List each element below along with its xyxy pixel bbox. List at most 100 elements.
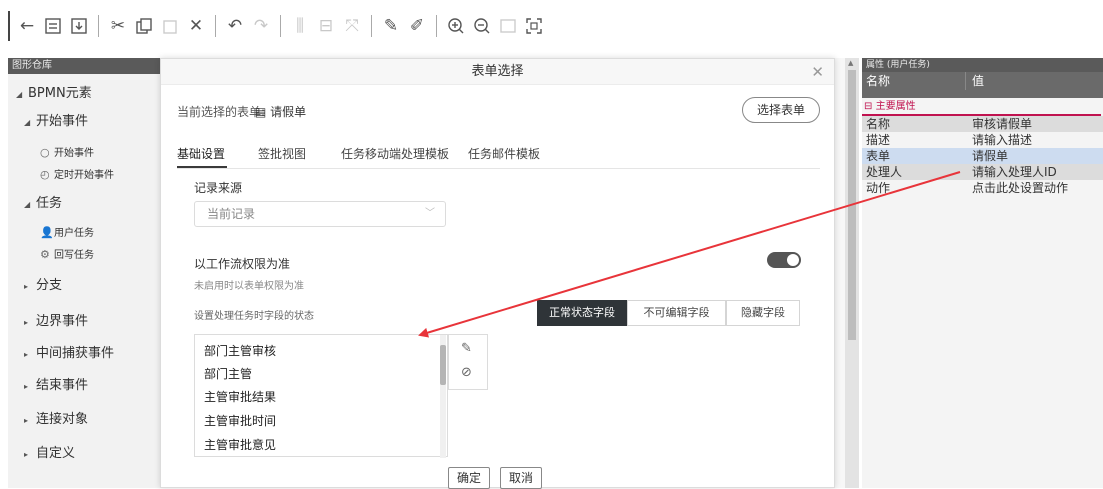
tab-email-template[interactable]: 任务邮件模板 — [468, 145, 540, 162]
back-arrow-icon[interactable]: ← — [16, 15, 38, 37]
list-item[interactable]: 部门主管审核 — [204, 342, 276, 359]
dialog-tabs: 基础设置 签批视图 任务移动端处理模板 任务邮件模板 — [177, 141, 820, 169]
tab-basic-settings[interactable]: 基础设置 — [177, 145, 225, 162]
palette-group-connecting-objects[interactable]: ▸ 连接对象 — [24, 408, 88, 427]
property-value[interactable]: 请输入处理人ID — [966, 164, 1103, 180]
field-list[interactable]: 部门主管审核 部门主管 主管审批结果 主管审批时间 主管审批意见 — [194, 334, 448, 457]
list-item[interactable]: 主管审批时间 — [204, 412, 276, 429]
canvas-scrollbar[interactable]: ▲ — [845, 58, 859, 488]
palette-group-label: 结束事件 — [36, 378, 89, 393]
actual-size-icon[interactable] — [497, 15, 519, 37]
choose-form-button[interactable]: 选择表单 — [742, 97, 820, 123]
palette-group-task[interactable]: ◢ 任务 — [24, 192, 62, 211]
current-form-name: 请假单 — [270, 105, 307, 119]
zoom-in-icon[interactable] — [445, 15, 467, 37]
list-item[interactable]: 主管审批意见 — [204, 436, 276, 453]
tab-mobile-template[interactable]: 任务移动端处理模板 — [341, 145, 449, 162]
fit-window-icon[interactable] — [523, 15, 545, 37]
palette-root-bpmn[interactable]: ◢ BPMN元素 — [16, 82, 92, 101]
palette-group-gateway[interactable]: ▸ 分支 — [24, 274, 62, 293]
segment-readonly-fields[interactable]: 不可编辑字段 — [627, 300, 726, 326]
collapse-icon[interactable]: ⊟ — [864, 101, 872, 112]
pen-icon[interactable]: ✐ — [406, 15, 428, 37]
palette-item-start-event[interactable]: ○ 开始事件 — [40, 144, 94, 159]
save-icon[interactable] — [42, 15, 64, 37]
form-icon: ▤ — [255, 105, 267, 119]
section-label: 主要属性 — [875, 101, 916, 112]
palette-group-custom[interactable]: ▸ 自定义 — [24, 442, 75, 461]
align-horizontal-icon[interactable]: ⫼ — [289, 15, 311, 37]
field-list-scrollbar[interactable] — [440, 335, 446, 458]
timer-circle-icon: ◴ — [40, 168, 50, 181]
palette-item-label: 用户任务 — [54, 228, 94, 239]
paste-icon[interactable] — [159, 15, 181, 37]
properties-section-main[interactable]: ⊟ 主要属性 — [862, 98, 1101, 116]
pen-disabled-icon[interactable]: ✎ — [461, 341, 472, 356]
list-item[interactable]: 主管审批结果 — [204, 388, 276, 405]
property-key: 动作 — [866, 181, 891, 195]
scrollbar-thumb[interactable] — [440, 345, 446, 385]
ok-button[interactable]: 确定 — [448, 467, 490, 489]
scroll-up-icon[interactable]: ▲ — [848, 59, 853, 67]
palette-group-label: 中间捕获事件 — [36, 346, 115, 361]
toolbar-separator — [371, 15, 372, 37]
property-value[interactable]: 请假单 — [966, 148, 1103, 164]
properties-header-gap — [862, 90, 1103, 98]
fit-size-icon[interactable]: ⤧ — [341, 15, 363, 37]
palette-group-label: 自定义 — [36, 446, 76, 461]
workflow-permission-toggle[interactable] — [767, 252, 801, 268]
palette-group-end-event[interactable]: ▸ 结束事件 — [24, 374, 88, 393]
properties-panel: 属性 (用户任务) 名称 值 ⊟ 主要属性 名称 审核请假单 描述 请输入描述 表单… — [862, 58, 1103, 488]
zoom-out-icon[interactable] — [471, 15, 493, 37]
property-value[interactable]: 点击此处设置动作 — [966, 180, 1103, 196]
circle-icon: ○ — [40, 146, 50, 159]
close-icon[interactable]: ✕ — [811, 63, 824, 81]
segment-normal-fields[interactable]: 正常状态字段 — [537, 300, 627, 326]
form-select-dialog: 表单选择 ✕ 当前选择的表单: ▤ 请假单 选择表单 基础设置 签批视图 任务移… — [160, 58, 835, 489]
workflow-permission-label: 以工作流权限为准 — [194, 257, 291, 271]
canvas-area[interactable] — [835, 58, 845, 488]
properties-header: 名称 值 — [862, 72, 1103, 90]
toolbar-separator — [98, 15, 99, 37]
property-row-name[interactable]: 名称 审核请假单 — [862, 116, 1103, 132]
undo-icon[interactable]: ↶ — [224, 15, 246, 37]
redo-icon[interactable]: ↷ — [250, 15, 272, 37]
property-row-action[interactable]: 动作 点击此处设置动作 — [862, 180, 1103, 196]
toolbar: ← ✂ ✕ ↶ ↷ ⫼ ⊟ ⤧ ✎ ✐ — [0, 0, 1103, 52]
toolbar-separator — [280, 15, 281, 37]
cancel-button[interactable]: 取消 — [500, 467, 542, 489]
import-icon[interactable] — [68, 15, 90, 37]
field-action-box: ✎ ⊘ — [448, 334, 488, 390]
segment-hidden-fields[interactable]: 隐藏字段 — [726, 300, 800, 326]
properties-title: 属性 (用户任务) — [862, 58, 1103, 72]
eye-hidden-icon[interactable]: ⊘ — [461, 365, 472, 380]
palette-group-label: 连接对象 — [36, 412, 89, 427]
palette-group-start-event[interactable]: ◢ 开始事件 — [24, 110, 88, 129]
palette-group-intermediate-catch[interactable]: ▸ 中间捕获事件 — [24, 342, 114, 361]
palette-group-label: 边界事件 — [36, 314, 89, 329]
palette-item-timer-start-event[interactable]: ◴ 定时开始事件 — [40, 166, 114, 181]
record-source-select[interactable]: 当前记录 ﹀ — [194, 201, 446, 227]
property-row-form[interactable]: 表单 请假单 — [862, 148, 1103, 164]
column-value-header: 值 — [972, 74, 985, 88]
palette-item-writeback-task[interactable]: ⚙ 回写任务 — [40, 246, 94, 261]
copy-icon[interactable] — [133, 15, 155, 37]
toolbar-separator — [215, 15, 216, 37]
align-vertical-icon[interactable]: ⊟ — [315, 15, 337, 37]
property-row-assignee[interactable]: 处理人 请输入处理人ID — [862, 164, 1103, 180]
cut-icon[interactable]: ✂ — [107, 15, 129, 37]
property-value[interactable]: 审核请假单 — [966, 116, 1103, 132]
property-row-description[interactable]: 描述 请输入描述 — [862, 132, 1103, 148]
delete-icon[interactable]: ✕ — [185, 15, 207, 37]
palette-title: 图形仓库 — [8, 58, 160, 74]
palette-group-boundary-event[interactable]: ▸ 边界事件 — [24, 310, 88, 329]
property-value[interactable]: 请输入描述 — [966, 132, 1103, 148]
tab-approval-view[interactable]: 签批视图 — [258, 145, 306, 162]
list-item[interactable]: 部门主管 — [204, 365, 252, 382]
chevron-down-icon: ﹀ — [425, 208, 435, 219]
pen-edit-icon[interactable]: ✎ — [380, 15, 402, 37]
property-key: 表单 — [866, 149, 891, 163]
scrollbar-thumb[interactable] — [848, 70, 856, 340]
palette-item-user-task[interactable]: 👤用户任务 — [40, 224, 94, 239]
palette-group-label: 分支 — [36, 278, 63, 293]
